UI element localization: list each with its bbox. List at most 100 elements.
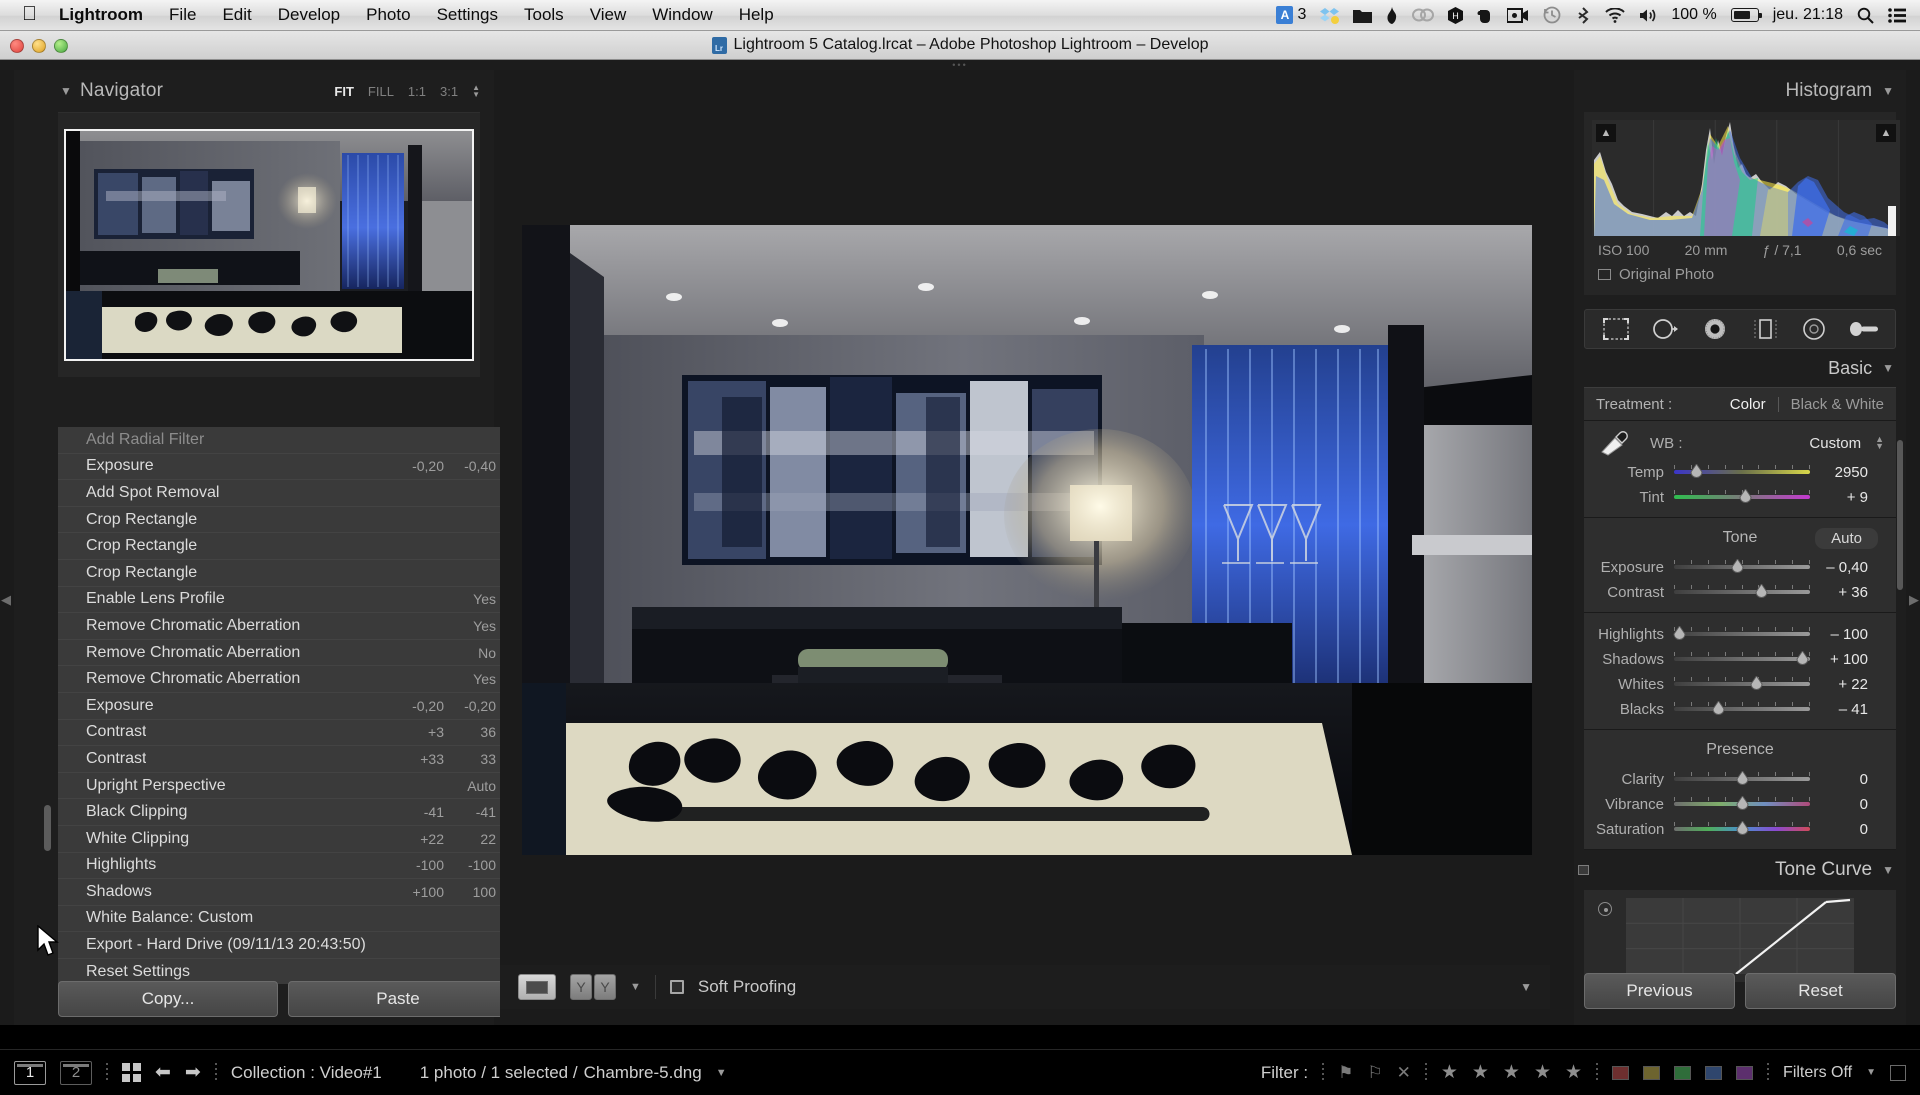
- slider-value[interactable]: 2950: [1810, 464, 1868, 481]
- treatment-color-option[interactable]: Color: [1730, 396, 1766, 413]
- soft-proofing-checkbox[interactable]: [669, 980, 684, 994]
- slider-temp[interactable]: Temp 2950: [1596, 462, 1884, 482]
- zoom-button[interactable]: [54, 39, 68, 53]
- left-panel-collapse-arrow[interactable]: ◀: [0, 570, 12, 630]
- slider-value[interactable]: 0: [1810, 771, 1868, 788]
- slider-knob[interactable]: [1749, 675, 1764, 692]
- slider-track[interactable]: [1674, 463, 1810, 479]
- history-scrollbar[interactable]: [42, 427, 52, 984]
- slider-track[interactable]: [1674, 488, 1810, 505]
- before-after-dropdown-icon[interactable]: ▼: [630, 981, 641, 993]
- menu-help[interactable]: Help: [739, 5, 774, 25]
- rating-star-1-icon[interactable]: ★: [1441, 1061, 1458, 1084]
- slider-track[interactable]: [1674, 650, 1810, 667]
- rating-star-5-icon[interactable]: ★: [1565, 1061, 1582, 1084]
- dropbox-icon[interactable]: [1320, 7, 1340, 24]
- photo-preview[interactable]: [522, 225, 1532, 855]
- tone-curve-graph[interactable]: [1626, 898, 1854, 974]
- soft-proofing-label[interactable]: Soft Proofing: [698, 977, 796, 997]
- flag-picked-icon[interactable]: ⚐: [1367, 1063, 1382, 1083]
- slider-value[interactable]: 0: [1810, 796, 1868, 813]
- history-row[interactable]: Upright Perspective Auto: [58, 773, 508, 800]
- screen-recorder-icon[interactable]: [1507, 7, 1529, 23]
- history-row[interactable]: Contrast +3 36: [58, 720, 508, 747]
- zoom-mode-1-1[interactable]: 1:1: [408, 84, 426, 99]
- auto-tone-button[interactable]: Auto: [1815, 528, 1878, 549]
- rating-star-2-icon[interactable]: ★: [1472, 1061, 1489, 1084]
- tone-curve-switch-icon[interactable]: [1578, 865, 1589, 875]
- paste-button[interactable]: Paste: [288, 981, 508, 1017]
- slider-knob[interactable]: [1738, 488, 1753, 505]
- slider-knob[interactable]: [1795, 650, 1810, 667]
- menu-lightroom[interactable]: Lightroom: [59, 5, 143, 25]
- history-row[interactable]: Remove Chromatic Aberration Yes: [58, 613, 508, 640]
- slider-knob[interactable]: [1711, 700, 1726, 717]
- filter-toggle-icon[interactable]: [1890, 1064, 1906, 1081]
- history-row[interactable]: Shadows +100 100: [58, 879, 508, 906]
- slider-track[interactable]: [1674, 675, 1810, 692]
- right-panel-collapse-arrow[interactable]: ▶: [1908, 570, 1920, 630]
- slider-saturation[interactable]: Saturation 0: [1596, 819, 1884, 839]
- history-row[interactable]: Enable Lens Profile Yes: [58, 587, 508, 614]
- original-photo-row[interactable]: Original Photo: [1592, 260, 1888, 287]
- slider-knob[interactable]: [1754, 583, 1769, 600]
- slider-value[interactable]: + 22: [1810, 676, 1868, 693]
- radial-filter-tool-icon[interactable]: [1797, 315, 1831, 343]
- loupe-view-icon[interactable]: [518, 974, 556, 1000]
- battery-icon[interactable]: [1730, 8, 1762, 22]
- shadow-clipping-indicator[interactable]: ▲: [1596, 124, 1616, 142]
- flag-rejected-icon[interactable]: ✕: [1397, 1063, 1411, 1083]
- zoom-mode-fit[interactable]: FIT: [334, 84, 354, 99]
- histogram-disclosure-triangle-icon[interactable]: ▼: [1882, 84, 1894, 98]
- menu-edit[interactable]: Edit: [222, 5, 251, 25]
- color-label-yellow-icon[interactable]: [1643, 1065, 1661, 1080]
- grid-view-icon[interactable]: [122, 1063, 141, 1082]
- evernote-icon[interactable]: [1477, 7, 1493, 24]
- filters-off-label[interactable]: Filters Off: [1783, 1064, 1852, 1082]
- history-row[interactable]: Exposure -0,20 -0,20: [58, 693, 508, 720]
- folder-icon[interactable]: [1353, 8, 1373, 23]
- slider-value[interactable]: 0: [1810, 821, 1868, 838]
- original-photo-checkbox-icon[interactable]: [1598, 269, 1611, 280]
- flame-icon[interactable]: [1386, 6, 1398, 24]
- history-row[interactable]: Add Radial Filter: [58, 427, 508, 454]
- tone-curve-disclosure-triangle-icon[interactable]: ▼: [1882, 863, 1894, 877]
- slider-highlights[interactable]: Highlights – 100: [1596, 624, 1884, 644]
- slider-track[interactable]: [1674, 820, 1810, 836]
- previous-button[interactable]: Previous: [1584, 973, 1735, 1009]
- collection-label[interactable]: Collection : Video#1: [231, 1063, 382, 1083]
- menu-tools[interactable]: Tools: [524, 5, 564, 25]
- history-row[interactable]: Black Clipping -41 -41: [58, 799, 508, 826]
- slider-value[interactable]: + 36: [1810, 584, 1868, 601]
- color-label-purple-icon[interactable]: [1736, 1065, 1754, 1080]
- slider-track[interactable]: [1674, 700, 1810, 717]
- zoom-level-stepper-icon[interactable]: ▲ ▼: [472, 84, 480, 99]
- time-machine-icon[interactable]: [1543, 6, 1561, 24]
- right-panel-scrollbar[interactable]: [1896, 440, 1904, 960]
- adobe-app-manager-icon[interactable]: A 3: [1276, 6, 1306, 24]
- slider-knob[interactable]: [1735, 795, 1750, 812]
- history-list[interactable]: Add Radial Filter Exposure -0,20 -0,40 Add S…: [58, 427, 508, 984]
- zoom-mode-3-1[interactable]: 3:1: [440, 84, 458, 99]
- menu-file[interactable]: File: [169, 5, 196, 25]
- white-balance-selector-icon[interactable]: [1596, 430, 1640, 456]
- history-row[interactable]: Remove Chromatic Aberration No: [58, 640, 508, 667]
- slider-whites[interactable]: Whites + 22: [1596, 674, 1884, 694]
- volume-icon[interactable]: [1639, 8, 1657, 23]
- history-row[interactable]: Crop Rectangle: [58, 507, 508, 534]
- menu-view[interactable]: View: [590, 5, 627, 25]
- slider-blacks[interactable]: Blacks – 41: [1596, 699, 1884, 719]
- history-row[interactable]: Add Spot Removal: [58, 480, 508, 507]
- slider-track[interactable]: [1674, 558, 1810, 574]
- hazel-icon[interactable]: H: [1448, 6, 1464, 24]
- histogram-graph[interactable]: ▲ ▲: [1592, 120, 1900, 236]
- color-label-red-icon[interactable]: [1612, 1065, 1630, 1080]
- rating-star-4-icon[interactable]: ★: [1534, 1061, 1551, 1084]
- before-after-icon[interactable]: YY: [570, 974, 616, 1000]
- highlight-clipping-indicator[interactable]: ▲: [1876, 124, 1896, 142]
- menu-photo[interactable]: Photo: [366, 5, 410, 25]
- screen-2-button[interactable]: 2: [60, 1060, 92, 1085]
- toolbar-options-caret-icon[interactable]: ▼: [1520, 980, 1532, 994]
- spot-removal-tool-icon[interactable]: [1648, 315, 1682, 343]
- slider-knob[interactable]: [1735, 770, 1750, 787]
